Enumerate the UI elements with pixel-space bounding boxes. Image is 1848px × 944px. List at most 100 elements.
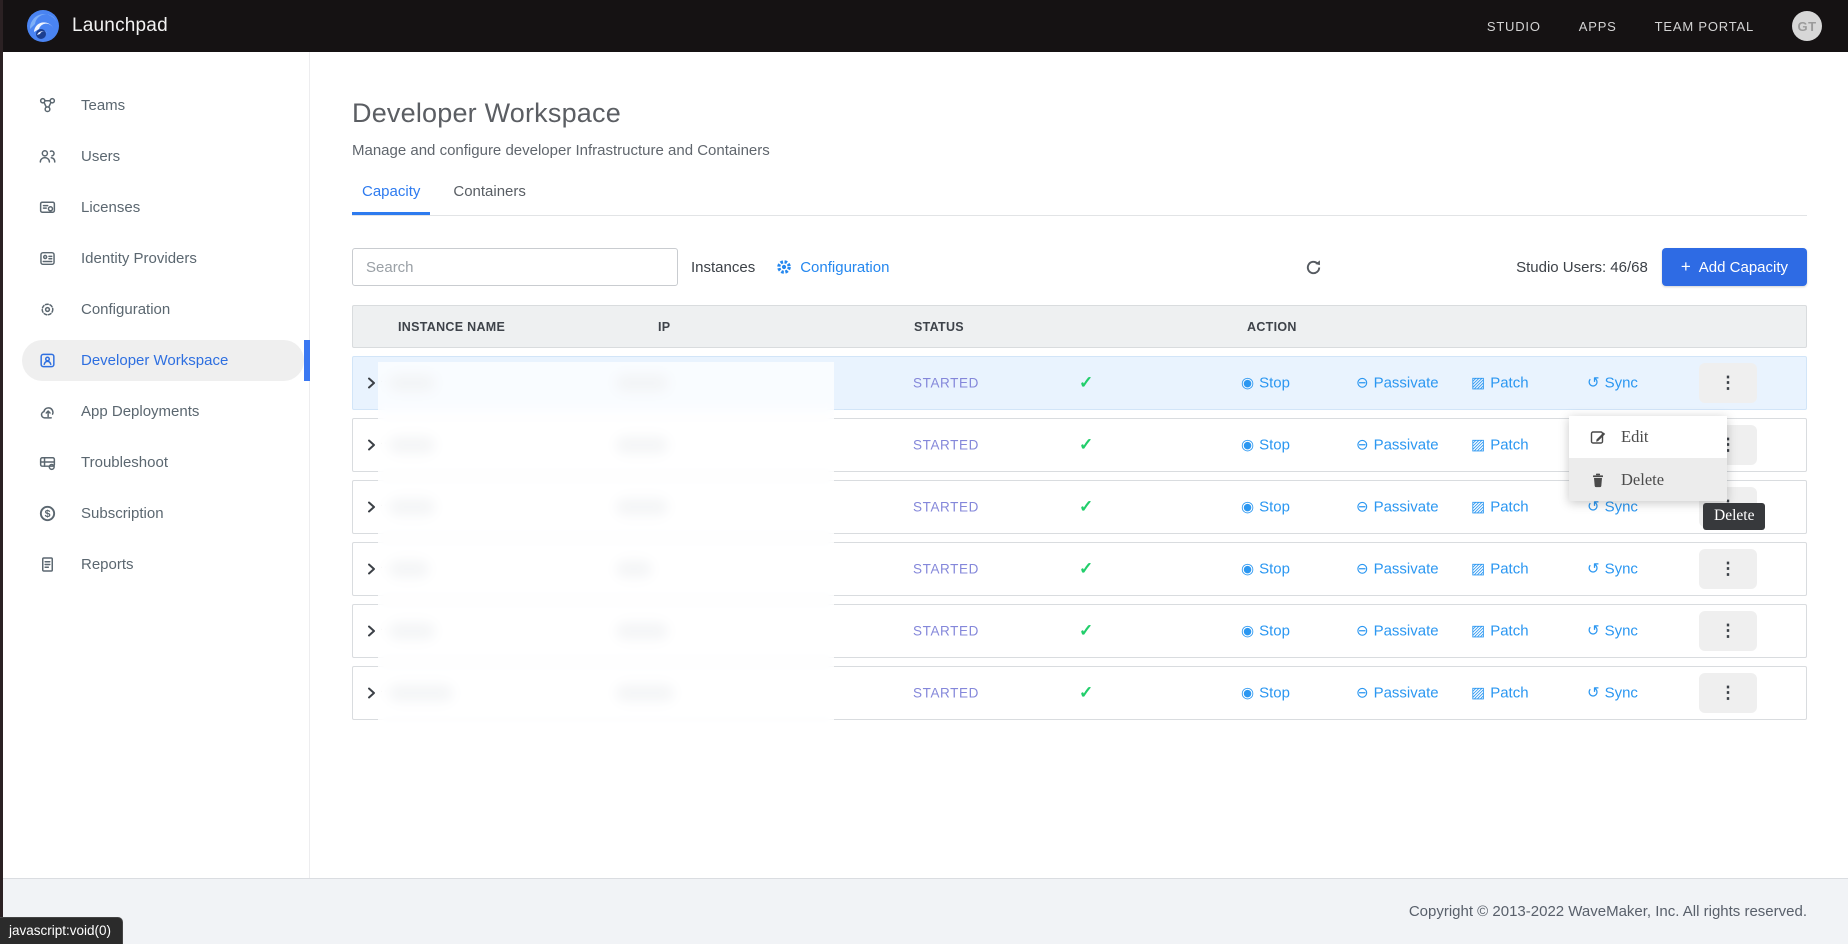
page-title: Developer Workspace: [352, 98, 1807, 129]
tab-bar: Capacity Containers: [352, 183, 1807, 216]
top-navbar: Launchpad STUDIO APPS TEAM PORTAL GT: [0, 0, 1848, 52]
footer: Copyright © 2013-2022 WaveMaker, Inc. Al…: [0, 878, 1848, 944]
kebab-menu-button[interactable]: ⋮: [1699, 611, 1757, 651]
table-row[interactable]: .. STARTED ✓ ◉Stop ⊖Passivate ▨Patch ↺Sy…: [352, 604, 1807, 658]
stop-button[interactable]: ◉Stop: [1241, 561, 1290, 578]
row-ellipsis: ..: [380, 559, 388, 571]
passivate-label: Passivate: [1374, 499, 1439, 516]
kebab-menu-button[interactable]: ⋮: [1699, 549, 1757, 589]
menu-item-delete[interactable]: Delete: [1569, 458, 1727, 501]
status-badge: STARTED: [913, 624, 979, 639]
sidebar-item-subscription[interactable]: $ Subscription: [0, 488, 304, 539]
passivate-button[interactable]: ⊖Passivate: [1356, 437, 1439, 454]
instances-label: Instances: [691, 259, 755, 276]
expand-chevron-icon[interactable]: [364, 500, 378, 514]
search-input[interactable]: [352, 248, 678, 286]
kebab-menu-button[interactable]: ⋮: [1699, 673, 1757, 713]
check-icon: ✓: [1079, 435, 1093, 455]
sidebar-item-label: Identity Providers: [81, 250, 197, 267]
sync-button[interactable]: ↺Sync: [1587, 561, 1638, 578]
stop-button[interactable]: ◉Stop: [1241, 375, 1290, 392]
toolbar: Instances Configuration Studio Users: 46…: [352, 248, 1807, 286]
patch-button[interactable]: ▨Patch: [1471, 437, 1529, 454]
tab-capacity[interactable]: Capacity: [352, 183, 430, 215]
sync-button[interactable]: ↺Sync: [1587, 623, 1638, 640]
plus-icon: +: [1681, 257, 1691, 277]
instance-name-redacted: [389, 623, 435, 639]
patch-button[interactable]: ▨Patch: [1471, 499, 1529, 516]
users-icon: [38, 147, 57, 166]
kebab-menu-button[interactable]: ⋮: [1699, 363, 1757, 403]
patch-button[interactable]: ▨Patch: [1471, 623, 1529, 640]
sidebar-item-reports[interactable]: Reports: [0, 539, 304, 590]
sidebar-item-label: App Deployments: [81, 403, 199, 420]
sidebar-item-users[interactable]: Users: [0, 131, 304, 182]
stop-button[interactable]: ◉Stop: [1241, 437, 1290, 454]
expand-chevron-icon[interactable]: [364, 686, 378, 700]
patch-label: Patch: [1490, 375, 1528, 392]
brand[interactable]: Launchpad: [26, 9, 168, 43]
sidebar-item-teams[interactable]: Teams: [0, 80, 304, 131]
patch-button[interactable]: ▨Patch: [1471, 561, 1529, 578]
table-row[interactable]: .. STARTED ✓ ◉Stop ⊖Passivate ▨Patch ↺Sy…: [352, 666, 1807, 720]
sidebar-item-licenses[interactable]: Licenses: [0, 182, 304, 233]
stop-icon: ◉: [1241, 500, 1254, 515]
sidebar-item-configuration[interactable]: Configuration: [0, 284, 304, 335]
stop-button[interactable]: ◉Stop: [1241, 623, 1290, 640]
row-ellipsis: ..: [380, 497, 388, 509]
troubleshoot-icon: [38, 453, 57, 472]
window-left-edge: [0, 0, 3, 944]
trash-icon: [1589, 471, 1607, 489]
stop-label: Stop: [1259, 375, 1290, 392]
sync-button[interactable]: ↺Sync: [1587, 499, 1638, 516]
expand-chevron-icon[interactable]: [364, 376, 378, 390]
column-header-status: STATUS: [914, 320, 964, 334]
row-ellipsis: ..: [380, 373, 388, 385]
passivate-button[interactable]: ⊖Passivate: [1356, 499, 1439, 516]
menu-item-edit-label: Edit: [1621, 427, 1649, 447]
instance-name-redacted: [389, 685, 453, 701]
nav-link-apps[interactable]: APPS: [1579, 19, 1617, 34]
passivate-button[interactable]: ⊖Passivate: [1356, 623, 1439, 640]
nav-link-team-portal[interactable]: TEAM PORTAL: [1655, 19, 1754, 34]
check-icon: ✓: [1079, 621, 1093, 641]
tab-containers[interactable]: Containers: [443, 183, 536, 215]
sync-button[interactable]: ↺Sync: [1587, 685, 1638, 702]
instance-name-redacted: [389, 561, 429, 577]
sync-label: Sync: [1605, 623, 1638, 640]
sidebar-item-label: Developer Workspace: [81, 352, 228, 369]
expand-chevron-icon[interactable]: [364, 624, 378, 638]
stop-label: Stop: [1259, 623, 1290, 640]
add-capacity-button[interactable]: + Add Capacity: [1662, 248, 1807, 286]
expand-chevron-icon[interactable]: [364, 438, 378, 452]
table-row[interactable]: .. STARTED ✓ ◉Stop ⊖Passivate ▨Patch ↺Sy…: [352, 542, 1807, 596]
sidebar-item-identity-providers[interactable]: Identity Providers: [0, 233, 304, 284]
sidebar-item-troubleshoot[interactable]: Troubleshoot: [0, 437, 304, 488]
stop-button[interactable]: ◉Stop: [1241, 499, 1290, 516]
instance-name-redacted: [389, 499, 435, 515]
sync-button[interactable]: ↺Sync: [1587, 375, 1638, 392]
patch-button[interactable]: ▨ Patch: [1471, 375, 1529, 392]
passivate-button[interactable]: ⊖Passivate: [1356, 561, 1439, 578]
expand-chevron-icon[interactable]: [364, 562, 378, 576]
stop-button[interactable]: ◉Stop: [1241, 685, 1290, 702]
sync-label: Sync: [1605, 561, 1638, 578]
nav-link-studio[interactable]: STUDIO: [1487, 19, 1541, 34]
patch-label: Patch: [1490, 499, 1528, 516]
patch-button[interactable]: ▨Patch: [1471, 685, 1529, 702]
refresh-icon[interactable]: [1302, 256, 1324, 278]
table-row[interactable]: .. STARTED ✓ ◉Stop ⊖Passivate ▨Patch ↺Sy…: [352, 356, 1807, 410]
menu-item-edit[interactable]: Edit: [1569, 416, 1727, 458]
passivate-button[interactable]: ⊖Passivate: [1356, 375, 1439, 392]
active-indicator-bar: [304, 340, 310, 381]
passivate-button[interactable]: ⊖Passivate: [1356, 685, 1439, 702]
configuration-link-label: Configuration: [800, 259, 889, 276]
sidebar-item-developer-workspace[interactable]: Developer Workspace: [22, 340, 304, 381]
sidebar-item-app-deployments[interactable]: App Deployments: [0, 386, 304, 437]
sidebar-item-label: Licenses: [81, 199, 140, 216]
patch-icon: ▨: [1471, 376, 1485, 391]
configuration-link[interactable]: Configuration: [775, 258, 889, 276]
user-avatar[interactable]: GT: [1792, 11, 1822, 41]
gear-icon: [775, 258, 793, 276]
patch-icon: ▨: [1471, 624, 1485, 639]
